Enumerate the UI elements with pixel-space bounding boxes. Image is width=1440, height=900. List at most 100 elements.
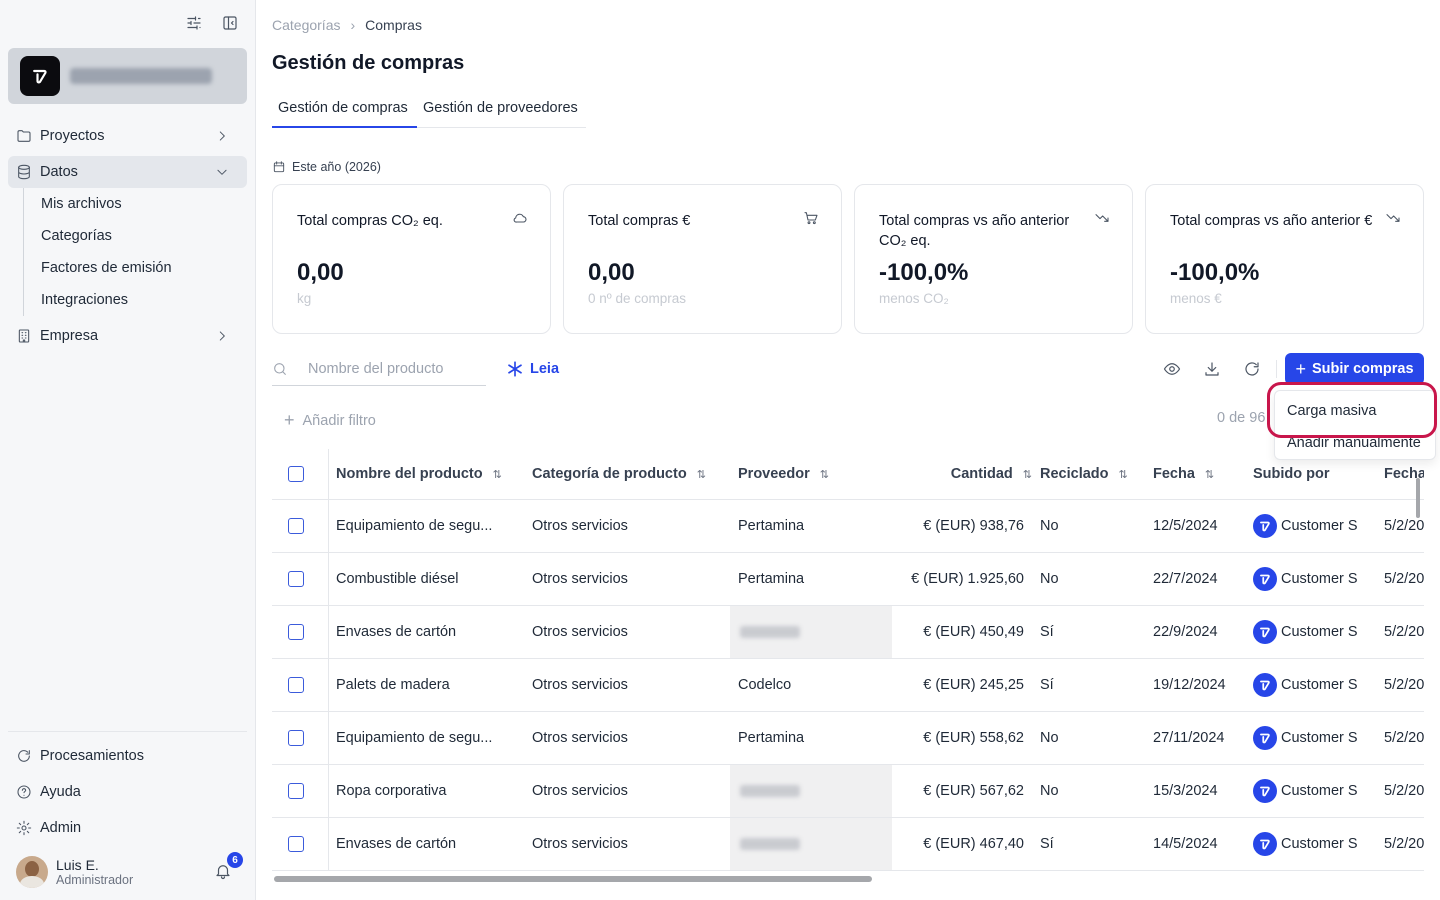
uploader-name: Customer S [1281, 836, 1358, 852]
sidebar-subitem-mis-archivos[interactable]: Mis archivos [41, 196, 122, 212]
uploader-name: Customer S [1281, 624, 1358, 640]
sidebar-item-procesamientos[interactable]: Procesamientos [8, 740, 247, 772]
chevron-down-icon [215, 165, 229, 179]
sort-icon: ⇅ [492, 468, 502, 481]
cell-quantity: € (EUR) 245,25 [923, 677, 1024, 693]
folder-icon [16, 128, 32, 144]
cart-icon [803, 210, 819, 226]
download-icon[interactable] [1203, 360, 1221, 378]
settings-sliders-icon[interactable] [185, 14, 203, 32]
cell-product: Equipamiento de segu... [336, 518, 493, 534]
tabs: Gestión de compras Gestión de proveedore… [272, 96, 586, 128]
organization-switcher[interactable] [8, 48, 247, 104]
row-checkbox[interactable] [288, 659, 304, 711]
sidebar-item-ayuda[interactable]: Ayuda [8, 776, 247, 808]
search-input[interactable]: Nombre del producto [272, 353, 486, 386]
row-checkbox[interactable] [288, 765, 304, 817]
cell-date: 27/11/2024 [1153, 730, 1225, 746]
sidebar-item-empresa[interactable]: Empresa [8, 320, 247, 352]
table-row[interactable]: Equipamiento de segu... Otros servicios Pe… [272, 500, 1424, 553]
sidebar-item-label: Procesamientos [40, 748, 144, 764]
horizontal-scrollbar[interactable] [274, 876, 872, 882]
cell-uploaded-by: Customer S [1253, 553, 1378, 605]
sidebar-subitem-categorias[interactable]: Categorías [41, 228, 112, 244]
cell-supplier: Codelco [738, 659, 888, 711]
col-header-date[interactable]: Fecha ⇅ [1153, 449, 1214, 499]
breadcrumb-current: Compras [365, 17, 422, 33]
row-checkbox[interactable] [288, 818, 304, 870]
kpi-subtitle: 0 nº de compras [588, 291, 686, 306]
kpi-title: Total compras vs año anterior € [1170, 213, 1373, 229]
col-header-supplier[interactable]: Proveedor ⇅ [738, 449, 829, 499]
cell-recycled: No [1040, 730, 1059, 746]
sidebar-item-admin[interactable]: Admin [8, 812, 247, 844]
col-header-recycled[interactable]: Reciclado ⇅ [1040, 449, 1128, 499]
table-row[interactable]: Ropa corporativa Otros servicios € (EUR) 5… [272, 765, 1424, 818]
supplier-blurred [740, 838, 800, 850]
table-row[interactable]: Envases de cartón Otros servicios € (EUR) … [272, 818, 1424, 871]
kpi-card-co2-vs-previous: Total compras vs año anterior CO₂ eq. -1… [854, 184, 1133, 334]
sidebar-item-datos[interactable]: Datos [8, 156, 247, 188]
add-filter-button[interactable]: + Añadir filtro [284, 410, 376, 431]
col-header-product[interactable]: Nombre del producto ⇅ [336, 449, 502, 499]
uploader-name: Customer S [1281, 518, 1358, 534]
cell-recycled: Sí [1040, 624, 1054, 640]
period-label: Este año (2026) [292, 160, 381, 174]
sidebar-subitem-factores[interactable]: Factores de emisión [41, 260, 172, 276]
row-checkbox[interactable] [288, 712, 304, 764]
cell-date2: 5/2/20 [1384, 677, 1424, 693]
cell-supplier [730, 765, 892, 817]
purchases-table: Nombre del producto ⇅ Categoría de produc… [272, 449, 1424, 871]
col-header-quantity[interactable]: Cantidad ⇅ [892, 449, 1032, 499]
table-row[interactable]: Palets de madera Otros servicios Codelco € … [272, 659, 1424, 712]
cell-uploaded-by: Customer S [1253, 500, 1378, 552]
cell-quantity: € (EUR) 938,76 [923, 518, 1024, 534]
cell-category: Otros servicios [532, 518, 628, 534]
cell-recycled: No [1040, 518, 1059, 534]
row-checkbox[interactable] [288, 606, 304, 658]
period-selector[interactable]: Este año (2026) [272, 160, 381, 174]
leia-button[interactable]: Leia [506, 360, 559, 378]
table-row[interactable]: Envases de cartón Otros servicios € (EUR) … [272, 606, 1424, 659]
upload-purchases-button[interactable]: + Subir compras [1285, 353, 1424, 385]
search-placeholder: Nombre del producto [308, 361, 444, 377]
select-all-checkbox[interactable] [288, 449, 304, 499]
cell-category: Otros servicios [532, 730, 628, 746]
col-header-label: Nombre del producto [336, 466, 483, 482]
col-header-category[interactable]: Categoría de producto ⇅ [532, 449, 706, 499]
eye-icon[interactable] [1163, 360, 1181, 378]
cell-product: Envases de cartón [336, 624, 457, 640]
sidebar-item-label: Proyectos [40, 128, 105, 144]
notification-badge: 6 [227, 852, 243, 868]
kpi-title: Total compras € [588, 213, 691, 229]
user-profile[interactable]: Luis E. Administrador [16, 856, 133, 888]
collapse-sidebar-icon[interactable] [221, 14, 239, 32]
tab-gestion-proveedores[interactable]: Gestión de proveedores [423, 100, 578, 116]
cell-uploaded-by: Customer S [1253, 818, 1378, 870]
sidebar-item-proyectos[interactable]: Proyectos [8, 120, 247, 152]
supplier-blurred [740, 785, 800, 797]
main-content: Categorías › Compras Gestión de compras … [256, 0, 1440, 900]
cell-supplier [730, 818, 892, 870]
sidebar-subitem-integraciones[interactable]: Integraciones [41, 292, 128, 308]
table-row[interactable]: Equipamiento de segu... Otros servicios Pe… [272, 712, 1424, 765]
table-header: Nombre del producto ⇅ Categoría de produc… [272, 449, 1424, 500]
leia-label: Leia [530, 361, 560, 377]
refresh-icon[interactable] [1243, 360, 1261, 378]
cell-recycled: No [1040, 571, 1059, 587]
row-checkbox[interactable] [288, 500, 304, 552]
table-row[interactable]: Combustible diésel Otros servicios Pertami… [272, 553, 1424, 606]
refresh-icon [16, 748, 32, 764]
upload-label: Subir compras [1311, 361, 1414, 377]
plus-icon: + [284, 410, 295, 430]
cell-date: 12/5/2024 [1153, 518, 1218, 534]
row-checkbox[interactable] [288, 553, 304, 605]
cell-product: Envases de cartón [336, 836, 457, 852]
tab-gestion-compras[interactable]: Gestión de compras [278, 100, 408, 116]
cell-date: 19/12/2024 [1153, 677, 1226, 693]
database-icon [16, 164, 32, 180]
vertical-scrollbar[interactable] [1416, 478, 1420, 518]
cell-date: 22/9/2024 [1153, 624, 1218, 640]
cell-product: Combustible diésel [336, 571, 459, 587]
breadcrumb-parent[interactable]: Categorías [272, 17, 340, 33]
